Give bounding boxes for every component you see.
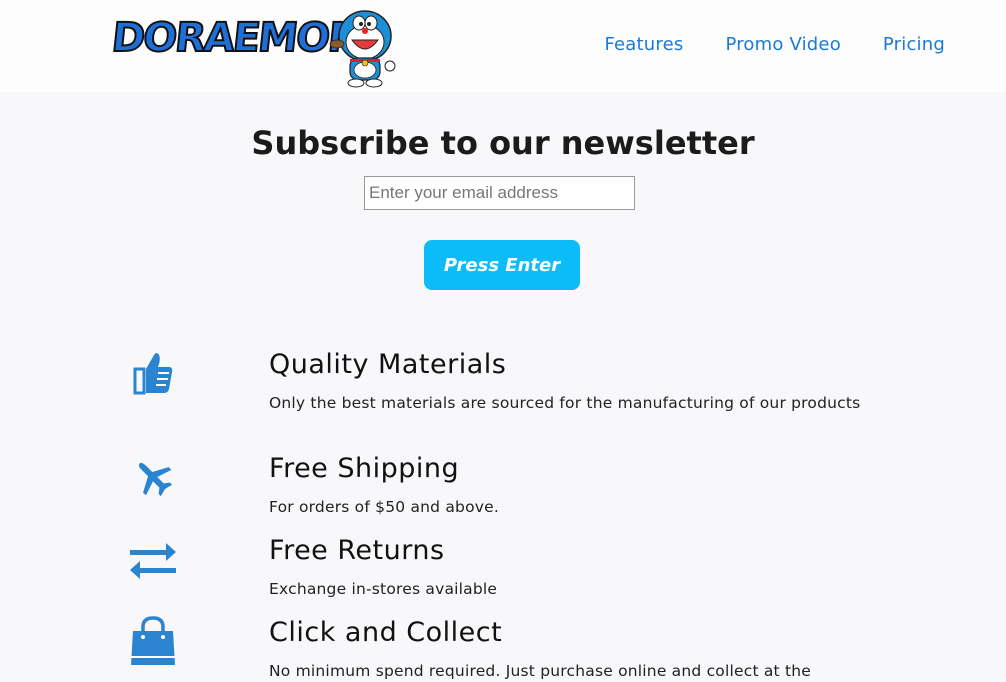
thumbs-up-icon: [122, 346, 184, 400]
feature-title: Click and Collect: [269, 617, 503, 648]
nav-link-features[interactable]: Features: [604, 34, 683, 55]
feature-title: Free Shipping: [269, 453, 460, 484]
logo-text: DORAEMON: [109, 14, 363, 62]
email-input[interactable]: [364, 176, 635, 210]
feature-title: Quality Materials: [269, 349, 507, 380]
feature-description: No minimum spend required. Just purchase…: [269, 662, 811, 680]
feature-description: For orders of $50 and above.: [269, 498, 500, 516]
nav-link-promo-video[interactable]: Promo Video: [725, 34, 840, 55]
submit-button[interactable]: Press Enter: [424, 240, 580, 290]
site-header: DORAEMON Features Promo Video Pricing: [0, 0, 1006, 92]
shopping-bag-icon: [122, 614, 184, 668]
newsletter-title: Subscribe to our newsletter: [251, 124, 755, 162]
exchange-arrows-icon: [122, 532, 184, 586]
feature-description: Only the best materials are sourced for …: [269, 394, 861, 412]
plane-icon: [122, 450, 184, 504]
logo[interactable]: DORAEMON: [109, 6, 410, 88]
nav-link-pricing[interactable]: Pricing: [883, 34, 945, 55]
feature-description: Exchange in-stores available: [269, 580, 498, 598]
feature-title: Free Returns: [269, 535, 445, 566]
doraemon-mascot-icon: [329, 10, 396, 88]
main-nav: Features Promo Video Pricing: [604, 34, 945, 55]
